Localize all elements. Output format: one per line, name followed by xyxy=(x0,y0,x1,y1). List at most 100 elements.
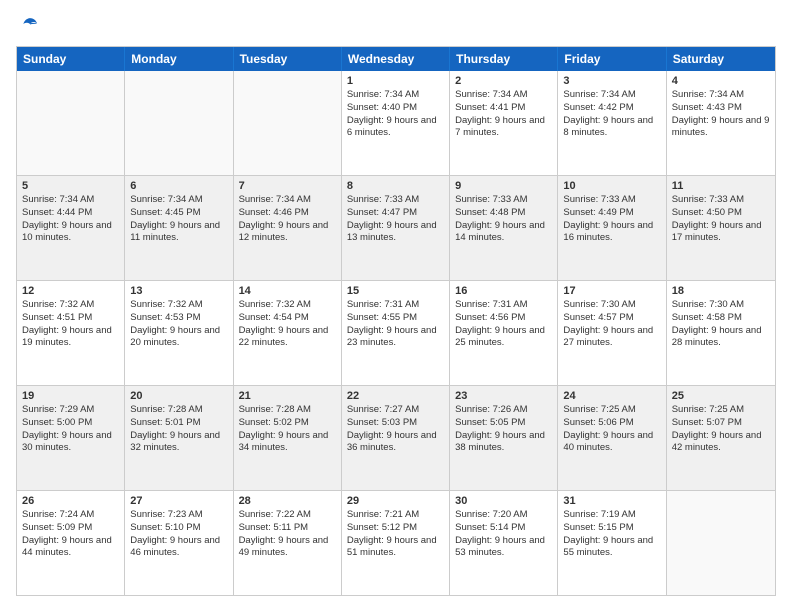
day-info: Sunrise: 7:32 AM Sunset: 4:54 PM Dayligh… xyxy=(239,299,336,350)
day-info: Sunrise: 7:28 AM Sunset: 5:01 PM Dayligh… xyxy=(130,404,227,455)
day-info: Sunrise: 7:27 AM Sunset: 5:03 PM Dayligh… xyxy=(347,404,444,455)
day-number: 31 xyxy=(563,495,660,507)
day-number: 24 xyxy=(563,390,660,402)
calendar-day-16: 16 Sunrise: 7:31 AM Sunset: 4:56 PM Dayli… xyxy=(450,281,558,385)
calendar-day-5: 5Sunrise: 7:34 AM Sunset: 4:44 PM Daylig… xyxy=(17,176,125,280)
calendar-day-1: 1 Sunrise: 7:34 AM Sunset: 4:40 PM Daylig… xyxy=(342,71,450,175)
day-number: 17 xyxy=(563,285,660,297)
header-cell-monday: Monday xyxy=(125,47,233,71)
calendar-week-4: 19 Sunrise: 7:29 AM Sunset: 5:00 PM Dayli… xyxy=(17,385,775,490)
calendar-day-17: 17Sunrise: 7:30 AM Sunset: 4:57 PM Dayli… xyxy=(558,281,666,385)
day-info: Sunrise: 7:34 AM Sunset: 4:46 PM Dayligh… xyxy=(239,194,336,245)
calendar-day-8: 8 Sunrise: 7:33 AM Sunset: 4:47 PM Daylig… xyxy=(342,176,450,280)
day-info: Sunrise: 7:34 AM Sunset: 4:45 PM Dayligh… xyxy=(130,194,227,245)
day-number: 30 xyxy=(455,495,552,507)
calendar-day-11: 11 Sunrise: 7:33 AM Sunset: 4:50 PM Dayli… xyxy=(667,176,775,280)
day-info: Sunrise: 7:32 AM Sunset: 4:51 PM Dayligh… xyxy=(22,299,119,350)
calendar-day-19: 19 Sunrise: 7:29 AM Sunset: 5:00 PM Dayli… xyxy=(17,386,125,490)
calendar-day-15: 15 Sunrise: 7:31 AM Sunset: 4:55 PM Dayli… xyxy=(342,281,450,385)
header-cell-thursday: Thursday xyxy=(450,47,558,71)
calendar-day-4: 4 Sunrise: 7:34 AM Sunset: 4:43 PM Daylig… xyxy=(667,71,775,175)
calendar-week-1: 1 Sunrise: 7:34 AM Sunset: 4:40 PM Daylig… xyxy=(17,71,775,175)
calendar-body: 1 Sunrise: 7:34 AM Sunset: 4:40 PM Daylig… xyxy=(17,71,775,595)
calendar-day-26: 26 Sunrise: 7:24 AM Sunset: 5:09 PM Dayli… xyxy=(17,491,125,595)
day-number: 6 xyxy=(130,180,227,192)
day-number: 26 xyxy=(22,495,119,507)
calendar-day-9: 9Sunrise: 7:33 AM Sunset: 4:48 PM Daylig… xyxy=(450,176,558,280)
day-number: 21 xyxy=(239,390,336,402)
calendar-empty-cell xyxy=(125,71,233,175)
calendar-day-22: 22Sunrise: 7:27 AM Sunset: 5:03 PM Dayli… xyxy=(342,386,450,490)
calendar-day-10: 10Sunrise: 7:33 AM Sunset: 4:49 PM Dayli… xyxy=(558,176,666,280)
logo-bird-icon xyxy=(18,14,38,34)
calendar-day-31: 31 Sunrise: 7:19 AM Sunset: 5:15 PM Dayli… xyxy=(558,491,666,595)
day-info: Sunrise: 7:24 AM Sunset: 5:09 PM Dayligh… xyxy=(22,509,119,560)
header-cell-tuesday: Tuesday xyxy=(234,47,342,71)
day-info: Sunrise: 7:25 AM Sunset: 5:06 PM Dayligh… xyxy=(563,404,660,455)
day-info: Sunrise: 7:20 AM Sunset: 5:14 PM Dayligh… xyxy=(455,509,552,560)
calendar: SundayMondayTuesdayWednesdayThursdayFrid… xyxy=(16,46,776,596)
day-number: 8 xyxy=(347,180,444,192)
day-info: Sunrise: 7:19 AM Sunset: 5:15 PM Dayligh… xyxy=(563,509,660,560)
calendar-day-27: 27 Sunrise: 7:23 AM Sunset: 5:10 PM Dayli… xyxy=(125,491,233,595)
day-info: Sunrise: 7:33 AM Sunset: 4:47 PM Dayligh… xyxy=(347,194,444,245)
day-info: Sunrise: 7:34 AM Sunset: 4:41 PM Dayligh… xyxy=(455,89,552,140)
day-number: 25 xyxy=(672,390,770,402)
calendar-day-12: 12 Sunrise: 7:32 AM Sunset: 4:51 PM Dayli… xyxy=(17,281,125,385)
day-number: 1 xyxy=(347,75,444,87)
calendar-day-25: 25 Sunrise: 7:25 AM Sunset: 5:07 PM Dayli… xyxy=(667,386,775,490)
day-info: Sunrise: 7:33 AM Sunset: 4:50 PM Dayligh… xyxy=(672,194,770,245)
calendar-day-30: 30 Sunrise: 7:20 AM Sunset: 5:14 PM Dayli… xyxy=(450,491,558,595)
calendar-day-20: 20 Sunrise: 7:28 AM Sunset: 5:01 PM Dayli… xyxy=(125,386,233,490)
day-info: Sunrise: 7:34 AM Sunset: 4:44 PM Dayligh… xyxy=(22,194,119,245)
logo xyxy=(16,16,38,36)
calendar-week-3: 12 Sunrise: 7:32 AM Sunset: 4:51 PM Dayli… xyxy=(17,280,775,385)
calendar-week-2: 5Sunrise: 7:34 AM Sunset: 4:44 PM Daylig… xyxy=(17,175,775,280)
day-info: Sunrise: 7:25 AM Sunset: 5:07 PM Dayligh… xyxy=(672,404,770,455)
day-number: 23 xyxy=(455,390,552,402)
day-number: 11 xyxy=(672,180,770,192)
calendar-day-3: 3Sunrise: 7:34 AM Sunset: 4:42 PM Daylig… xyxy=(558,71,666,175)
day-info: Sunrise: 7:30 AM Sunset: 4:58 PM Dayligh… xyxy=(672,299,770,350)
calendar-day-6: 6 Sunrise: 7:34 AM Sunset: 4:45 PM Daylig… xyxy=(125,176,233,280)
day-info: Sunrise: 7:32 AM Sunset: 4:53 PM Dayligh… xyxy=(130,299,227,350)
day-number: 12 xyxy=(22,285,119,297)
day-number: 27 xyxy=(130,495,227,507)
calendar-day-21: 21Sunrise: 7:28 AM Sunset: 5:02 PM Dayli… xyxy=(234,386,342,490)
calendar-empty-cell xyxy=(667,491,775,595)
day-info: Sunrise: 7:23 AM Sunset: 5:10 PM Dayligh… xyxy=(130,509,227,560)
day-info: Sunrise: 7:31 AM Sunset: 4:56 PM Dayligh… xyxy=(455,299,552,350)
header-cell-saturday: Saturday xyxy=(667,47,775,71)
day-number: 29 xyxy=(347,495,444,507)
calendar-day-13: 13 Sunrise: 7:32 AM Sunset: 4:53 PM Dayli… xyxy=(125,281,233,385)
header-cell-friday: Friday xyxy=(558,47,666,71)
day-info: Sunrise: 7:34 AM Sunset: 4:43 PM Dayligh… xyxy=(672,89,770,140)
calendar-day-23: 23 Sunrise: 7:26 AM Sunset: 5:05 PM Dayli… xyxy=(450,386,558,490)
day-number: 7 xyxy=(239,180,336,192)
calendar-empty-cell xyxy=(234,71,342,175)
day-number: 20 xyxy=(130,390,227,402)
calendar-empty-cell xyxy=(17,71,125,175)
day-number: 4 xyxy=(672,75,770,87)
day-number: 16 xyxy=(455,285,552,297)
calendar-day-18: 18 Sunrise: 7:30 AM Sunset: 4:58 PM Dayli… xyxy=(667,281,775,385)
header xyxy=(16,16,776,36)
day-info: Sunrise: 7:29 AM Sunset: 5:00 PM Dayligh… xyxy=(22,404,119,455)
day-info: Sunrise: 7:34 AM Sunset: 4:42 PM Dayligh… xyxy=(563,89,660,140)
day-info: Sunrise: 7:22 AM Sunset: 5:11 PM Dayligh… xyxy=(239,509,336,560)
day-number: 13 xyxy=(130,285,227,297)
day-number: 18 xyxy=(672,285,770,297)
day-info: Sunrise: 7:26 AM Sunset: 5:05 PM Dayligh… xyxy=(455,404,552,455)
day-number: 10 xyxy=(563,180,660,192)
day-number: 19 xyxy=(22,390,119,402)
day-info: Sunrise: 7:34 AM Sunset: 4:40 PM Dayligh… xyxy=(347,89,444,140)
day-info: Sunrise: 7:31 AM Sunset: 4:55 PM Dayligh… xyxy=(347,299,444,350)
calendar-day-14: 14Sunrise: 7:32 AM Sunset: 4:54 PM Dayli… xyxy=(234,281,342,385)
calendar-header-row: SundayMondayTuesdayWednesdayThursdayFrid… xyxy=(17,47,775,71)
day-info: Sunrise: 7:33 AM Sunset: 4:48 PM Dayligh… xyxy=(455,194,552,245)
calendar-day-24: 24 Sunrise: 7:25 AM Sunset: 5:06 PM Dayli… xyxy=(558,386,666,490)
calendar-day-28: 28 Sunrise: 7:22 AM Sunset: 5:11 PM Dayli… xyxy=(234,491,342,595)
calendar-day-2: 2Sunrise: 7:34 AM Sunset: 4:41 PM Daylig… xyxy=(450,71,558,175)
day-number: 15 xyxy=(347,285,444,297)
day-number: 28 xyxy=(239,495,336,507)
